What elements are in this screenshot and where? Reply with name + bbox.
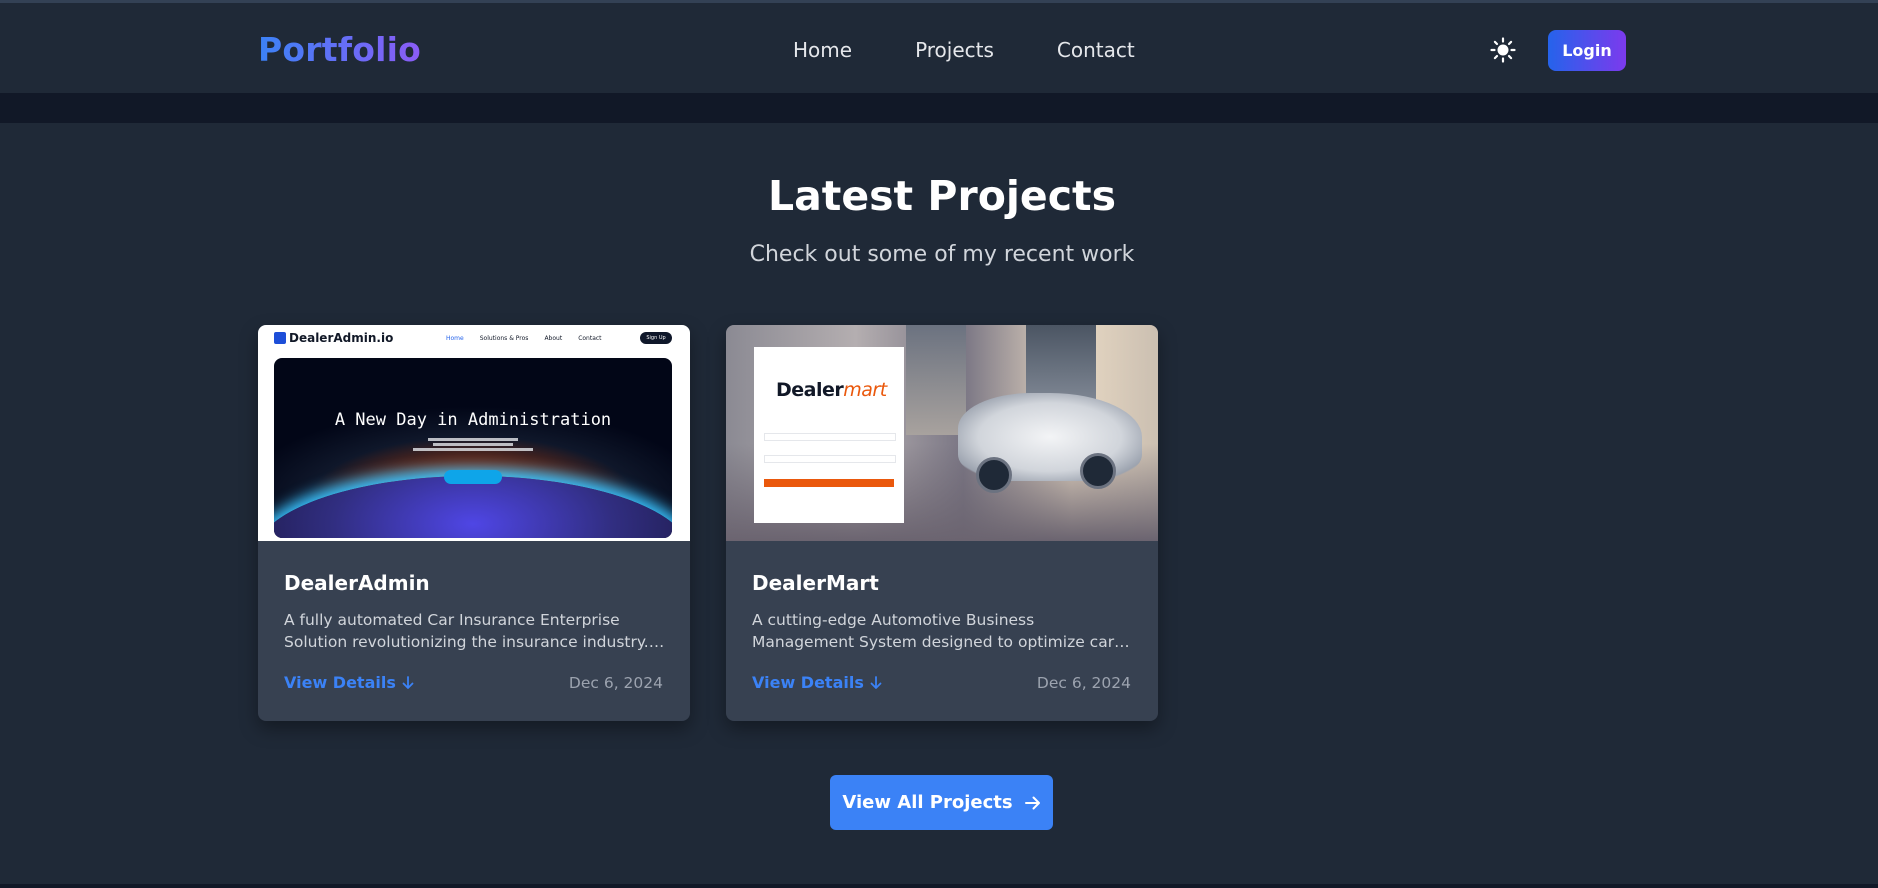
thumbnail-signup: Sign Up (640, 332, 672, 344)
project-title: DealerAdmin (284, 571, 430, 595)
building-graphic (906, 325, 966, 435)
wheel-graphic (1080, 453, 1116, 489)
project-thumbnail: DealerAdmin.io Home Solutions & Pros Abo… (258, 325, 690, 541)
view-all-projects-button[interactable]: View All Projects (830, 775, 1053, 830)
view-details-label: View Details (752, 673, 864, 692)
navbar: Portfolio Home Projects Contact Login (0, 3, 1878, 93)
thumbnail-logo-accent: mart (843, 379, 887, 401)
project-card-dealeradmin[interactable]: DealerAdmin.io Home Solutions & Pros Abo… (258, 325, 690, 721)
thumbnail-logo-main: Dealer (776, 379, 844, 401)
thumbnail-hero: A New Day in Administration (274, 358, 672, 538)
thumbnail-headline: A New Day in Administration (334, 410, 612, 430)
project-card-dealermart[interactable]: Dealermart DealerMart A cutting-edge Aut… (726, 325, 1158, 721)
main-nav: Home Projects Contact (793, 38, 1135, 62)
project-title: DealerMart (752, 571, 879, 595)
project-description: A fully automated Car Insurance Enterpri… (284, 611, 649, 651)
thumbnail-nav-item: Home (446, 335, 464, 342)
project-thumbnail: Dealermart (726, 325, 1158, 541)
project-date: Dec 6, 2024 (1036, 674, 1131, 692)
login-button[interactable]: Login (1548, 30, 1626, 71)
nav-link-contact[interactable]: Contact (1057, 38, 1135, 62)
planet-graphic (274, 476, 672, 538)
logo-mark-icon (274, 332, 286, 344)
thumbnail-subtext-lines (274, 436, 672, 453)
thumbnail-login-form: Dealermart (754, 347, 904, 523)
section-title: Latest Projects (767, 172, 1117, 220)
view-details-link[interactable]: View Details (284, 673, 414, 692)
view-details-link[interactable]: View Details (752, 673, 882, 692)
nav-link-projects[interactable]: Projects (915, 38, 994, 62)
thumbnail-logo-text: DealerAdmin.io (289, 331, 394, 345)
footer-border (0, 884, 1878, 888)
thumbnail-nav-item: Solutions & Pros (479, 335, 529, 342)
brand-logo[interactable]: Portfolio (258, 30, 421, 69)
wheel-graphic (976, 457, 1012, 493)
view-details-label: View Details (284, 673, 396, 692)
thumbnail-input (764, 455, 896, 463)
arrow-down-icon (402, 675, 414, 690)
project-description: A cutting-edge Automotive Business Manag… (752, 611, 1115, 651)
thumbnail-logo: Dealermart (776, 379, 887, 401)
nav-link-home[interactable]: Home (793, 38, 852, 62)
thumbnail-nav: Home Solutions & Pros About Contact (446, 335, 602, 342)
section-subtitle: Check out some of my recent work (749, 242, 1135, 267)
thumbnail-nav-item: Contact (578, 335, 602, 342)
thumbnail-nav-item: About (544, 335, 563, 342)
project-date: Dec 6, 2024 (568, 674, 663, 692)
thumbnail-input (764, 433, 896, 441)
header-band (0, 93, 1878, 123)
arrow-down-icon (870, 675, 882, 690)
thumbnail-logo: DealerAdmin.io (274, 331, 393, 345)
thumbnail-cta (444, 470, 502, 484)
sun-icon[interactable] (1490, 37, 1516, 63)
thumbnail-login-button (764, 479, 894, 487)
view-all-label: View All Projects (842, 792, 1013, 813)
arrow-right-icon (1024, 796, 1041, 810)
